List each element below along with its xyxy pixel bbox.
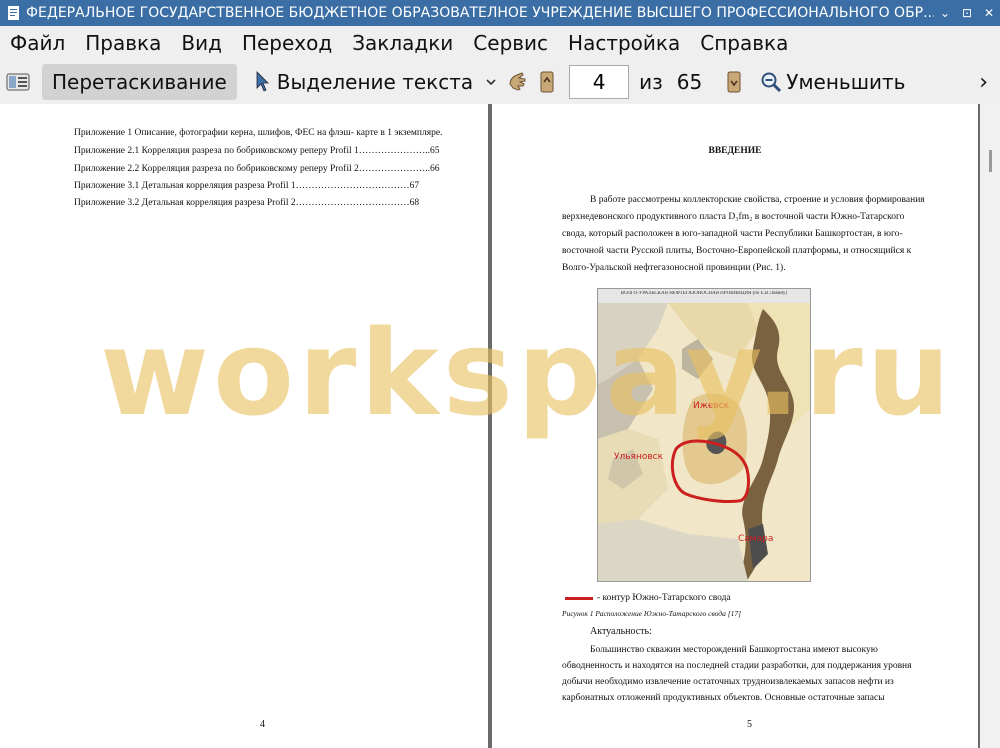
map-label-ulyanovsk: Ульяновск (614, 452, 664, 462)
scrollbar-thumb[interactable] (989, 150, 992, 172)
page-5: ВВЕДЕНИЕ В работе рассмотрены коллекторс… (492, 104, 978, 748)
text-select-button[interactable]: Выделение текста (247, 64, 481, 100)
text-line: восточной части Русской плиты, Восточно-… (562, 246, 912, 256)
menu-tools[interactable]: Сервис (473, 31, 548, 55)
toc-line: Приложение 3.2 Детальная корреляция разр… (74, 198, 420, 208)
zoom-out-button[interactable]: Уменьшить (752, 64, 913, 100)
toc-line: Приложение 2.2 Корреляция разреза по боб… (74, 164, 440, 174)
hand-tool-button[interactable] (501, 64, 533, 100)
zoom-out-label: Уменьшить (786, 70, 906, 94)
toolbar: Перетаскивание Выделение текста из 65 Ум… (0, 60, 1000, 105)
toc-line: Приложение 2.1 Корреляция разреза по боб… (74, 146, 440, 156)
sidebar-toggle-button[interactable] (0, 64, 36, 100)
figure-caption: Рисунок 1 Расположение Южно-Татарского с… (562, 609, 742, 618)
vertical-scrollbar[interactable] (980, 104, 1000, 748)
text-line: добычи необходимо извлечение остаточных … (562, 677, 894, 687)
menu-view[interactable]: Вид (181, 31, 222, 55)
map-image (598, 289, 810, 581)
drag-mode-label: Перетаскивание (52, 70, 227, 94)
map-label-izhevsk: Ижевск (693, 401, 730, 411)
next-page-icon (727, 71, 741, 93)
previous-page-icon (540, 71, 554, 93)
previous-page-button[interactable] (533, 64, 561, 100)
text-line: Большинство скважин месторождений Башкор… (590, 645, 878, 655)
text-line: верхнедевонского продуктивного пласта D₃… (562, 212, 905, 222)
close-button[interactable]: ✕ (978, 6, 1000, 20)
page-number: 5 (747, 719, 752, 730)
document-app-icon (8, 6, 19, 20)
legend-swatch (565, 596, 593, 600)
page-number-input[interactable] (569, 65, 630, 99)
title-bar: ФЕДЕРАЛЬНОЕ ГОСУДАРСТВЕННОЕ БЮДЖЕТНОЕ ОБ… (0, 0, 1000, 26)
cursor-arrow-icon (256, 71, 269, 92)
text-line: обводненность и находятся на последней с… (562, 661, 912, 671)
menu-go[interactable]: Переход (242, 31, 332, 55)
text-line: свода, который расположен в юго-западной… (562, 229, 903, 239)
menu-help[interactable]: Справка (700, 31, 788, 55)
text-line: Волго-Уральской нефтегазоносной провинци… (562, 263, 786, 273)
sidebar-panel-icon (6, 73, 30, 91)
menu-settings[interactable]: Настройка (568, 31, 680, 55)
menu-bar: Файл Правка Вид Переход Закладки Сервис … (0, 26, 1000, 60)
zoom-out-icon (761, 72, 782, 93)
toc-line: Приложение 1 Описание, фотографии керна,… (74, 128, 443, 138)
text-line: В работе рассмотрены коллекторские свойс… (590, 195, 925, 205)
next-page-button[interactable] (720, 64, 748, 100)
text-line: карбонатных отложений продуктивных объек… (562, 693, 885, 703)
map-legend: - контур Южно-Татарского свода (565, 593, 731, 603)
window-title: ФЕДЕРАЛЬНОЕ ГОСУДАРСТВЕННОЕ БЮДЖЕТНОЕ ОБ… (26, 5, 934, 21)
page-of-label: из (639, 70, 663, 94)
map-label-samara: Самара (738, 534, 774, 544)
page-total-label: 65 (676, 70, 703, 94)
restore-button[interactable]: ⊡ (956, 6, 978, 20)
menu-bookmarks[interactable]: Закладки (352, 31, 453, 55)
relevance-paragraph: Большинство скважин месторождений Башкор… (562, 642, 942, 706)
relevance-title: Актуальность: (590, 626, 652, 637)
intro-paragraph: В работе рассмотрены коллекторские свойс… (562, 192, 942, 277)
minimize-button[interactable]: ⌄ (934, 6, 956, 20)
page-4: Приложение 1 Описание, фотографии керна,… (0, 104, 488, 748)
legend-text: - контур Южно-Татарского свода (597, 593, 731, 603)
chevron-down-icon (486, 79, 496, 86)
hand-icon (509, 72, 526, 91)
menu-edit[interactable]: Правка (85, 31, 161, 55)
page-number: 4 (260, 719, 265, 730)
select-mode-dropdown[interactable] (481, 64, 501, 100)
toc-line: Приложение 3.1 Детальная корреляция разр… (74, 181, 420, 191)
text-select-label: Выделение текста (276, 70, 474, 94)
section-heading: ВВЕДЕНИЕ (708, 146, 762, 156)
map-figure: ВОЛГО-УРАЛЬСКАЯ НЕФТЕГАЗОНОСНАЯ ПРОВИНЦИ… (597, 288, 811, 582)
toolbar-overflow-button[interactable]: › (971, 64, 996, 100)
map-header: ВОЛГО-УРАЛЬСКАЯ НЕФТЕГАЗОНОСНАЯ ПРОВИНЦИ… (620, 291, 788, 296)
chevron-right-icon: › (979, 69, 988, 95)
drag-mode-button[interactable]: Перетаскивание (42, 64, 237, 100)
document-viewer[interactable]: Приложение 1 Описание, фотографии керна,… (0, 104, 1000, 748)
menu-file[interactable]: Файл (10, 31, 65, 55)
